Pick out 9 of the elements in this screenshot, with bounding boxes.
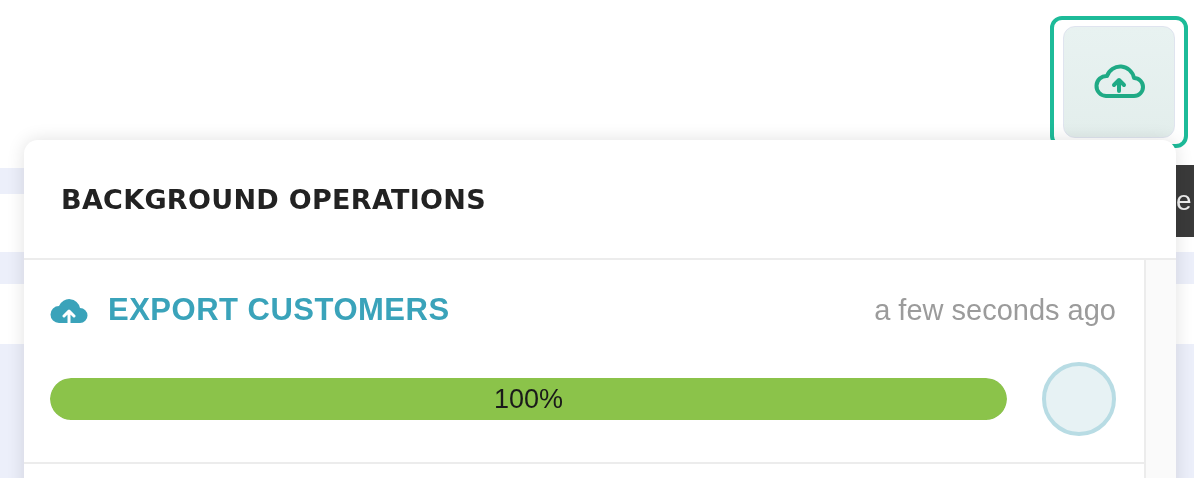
operation-name: EXPORT CUSTOMERS (108, 292, 450, 328)
progress-reading: 100% (493, 383, 564, 415)
cloud-upload-icon (50, 296, 88, 324)
operation-time: a few seconds ago (874, 293, 1116, 327)
upload-button[interactable] (1063, 26, 1175, 138)
panel-title: BACKGROUND OPERATIONS (61, 183, 486, 215)
scrollbar[interactable] (1144, 260, 1176, 478)
tooltip-text: e (1176, 165, 1194, 237)
cloud-upload-icon (1092, 64, 1146, 100)
